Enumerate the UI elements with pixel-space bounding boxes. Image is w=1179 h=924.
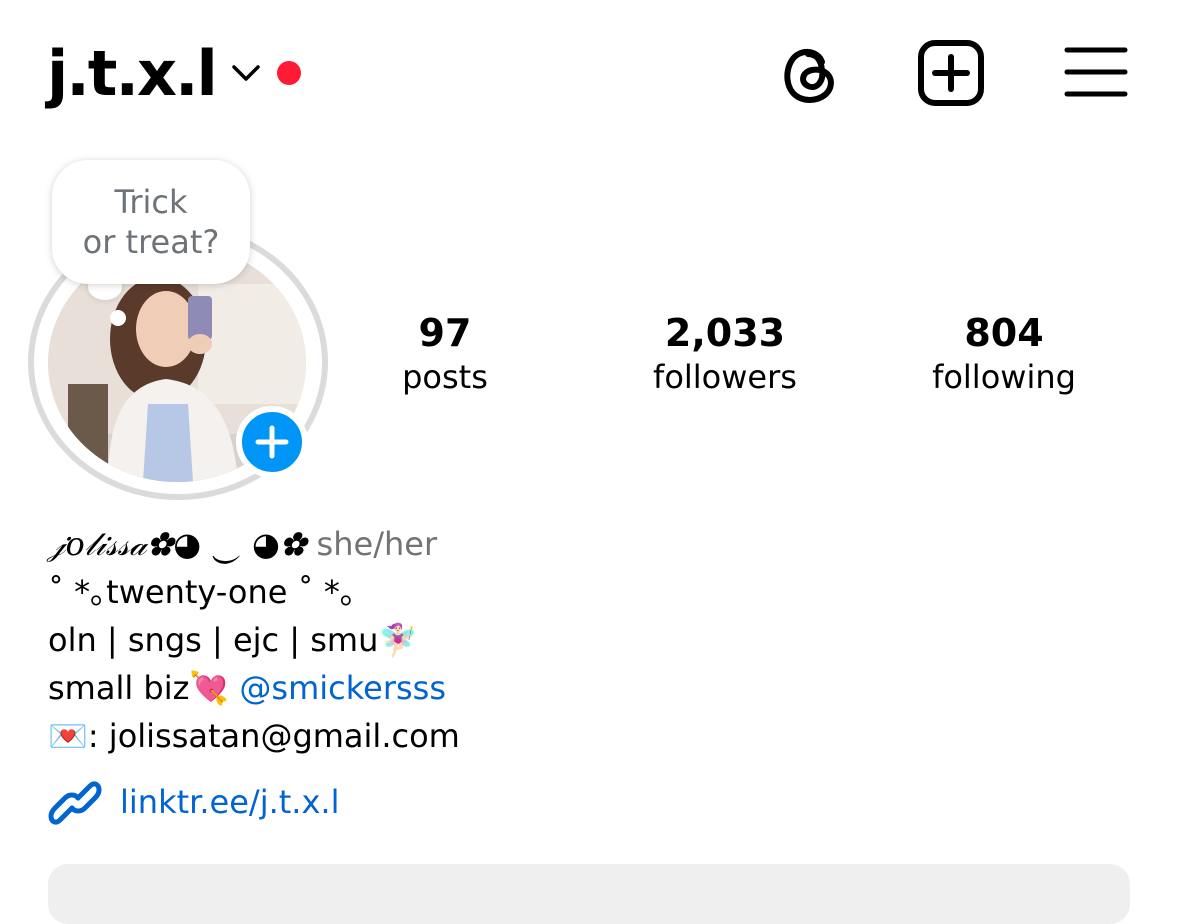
note-line-1: Trick bbox=[114, 183, 188, 221]
profile-dashboard-box[interactable] bbox=[48, 864, 1130, 924]
note-line-2: or treat? bbox=[82, 223, 220, 261]
pronouns: she/her bbox=[316, 525, 438, 563]
profile-username[interactable]: j.t.x.l bbox=[47, 34, 218, 114]
add-story-button[interactable] bbox=[236, 406, 308, 478]
followers-count: 2,033 bbox=[664, 311, 786, 355]
notification-dot bbox=[277, 61, 301, 85]
bio-line-4-text: small biz💘 bbox=[48, 669, 240, 707]
bio-email: 💌: jolissatan@gmail.com bbox=[48, 717, 460, 755]
following-label: following bbox=[932, 358, 1076, 396]
plus-icon bbox=[255, 425, 289, 459]
note-bubble[interactable]: Trick or treat? bbox=[52, 160, 250, 284]
menu-icon[interactable] bbox=[1064, 46, 1128, 98]
bio-line-3: oln | sngs | ejc | smu🧚🏻‍♀️ bbox=[48, 621, 419, 659]
threads-icon[interactable] bbox=[776, 40, 840, 106]
create-post-icon[interactable] bbox=[917, 40, 985, 106]
posts-count: 97 bbox=[418, 311, 472, 355]
followers-label: followers bbox=[653, 358, 797, 396]
bio-name-line: 𝒿𝑜𝓁𝒾𝓈𝓈𝒶✿◕ ‿ ◕✿ she/her bbox=[48, 522, 437, 566]
following-count: 804 bbox=[964, 311, 1044, 355]
bio-line-4: small biz💘 @smickersss bbox=[48, 666, 446, 710]
display-name: 𝒿𝑜𝓁𝒾𝓈𝓈𝒶✿◕ ‿ ◕✿ bbox=[48, 525, 307, 563]
chevron-down-icon[interactable] bbox=[231, 62, 261, 84]
note-bubble-tail-small bbox=[110, 310, 126, 326]
link-icon bbox=[48, 781, 102, 825]
posts-stat[interactable]: 97 posts bbox=[385, 310, 505, 398]
following-stat[interactable]: 804 following bbox=[912, 310, 1096, 398]
followers-stat[interactable]: 2,033 followers bbox=[625, 310, 825, 398]
profile-link-text[interactable]: linktr.ee/j.t.x.l bbox=[120, 780, 339, 824]
bio-line-2: ˚ *｡twenty-one ˚ *｡ bbox=[48, 573, 356, 611]
mention-link[interactable]: @smickersss bbox=[239, 669, 446, 707]
posts-label: posts bbox=[402, 358, 488, 396]
